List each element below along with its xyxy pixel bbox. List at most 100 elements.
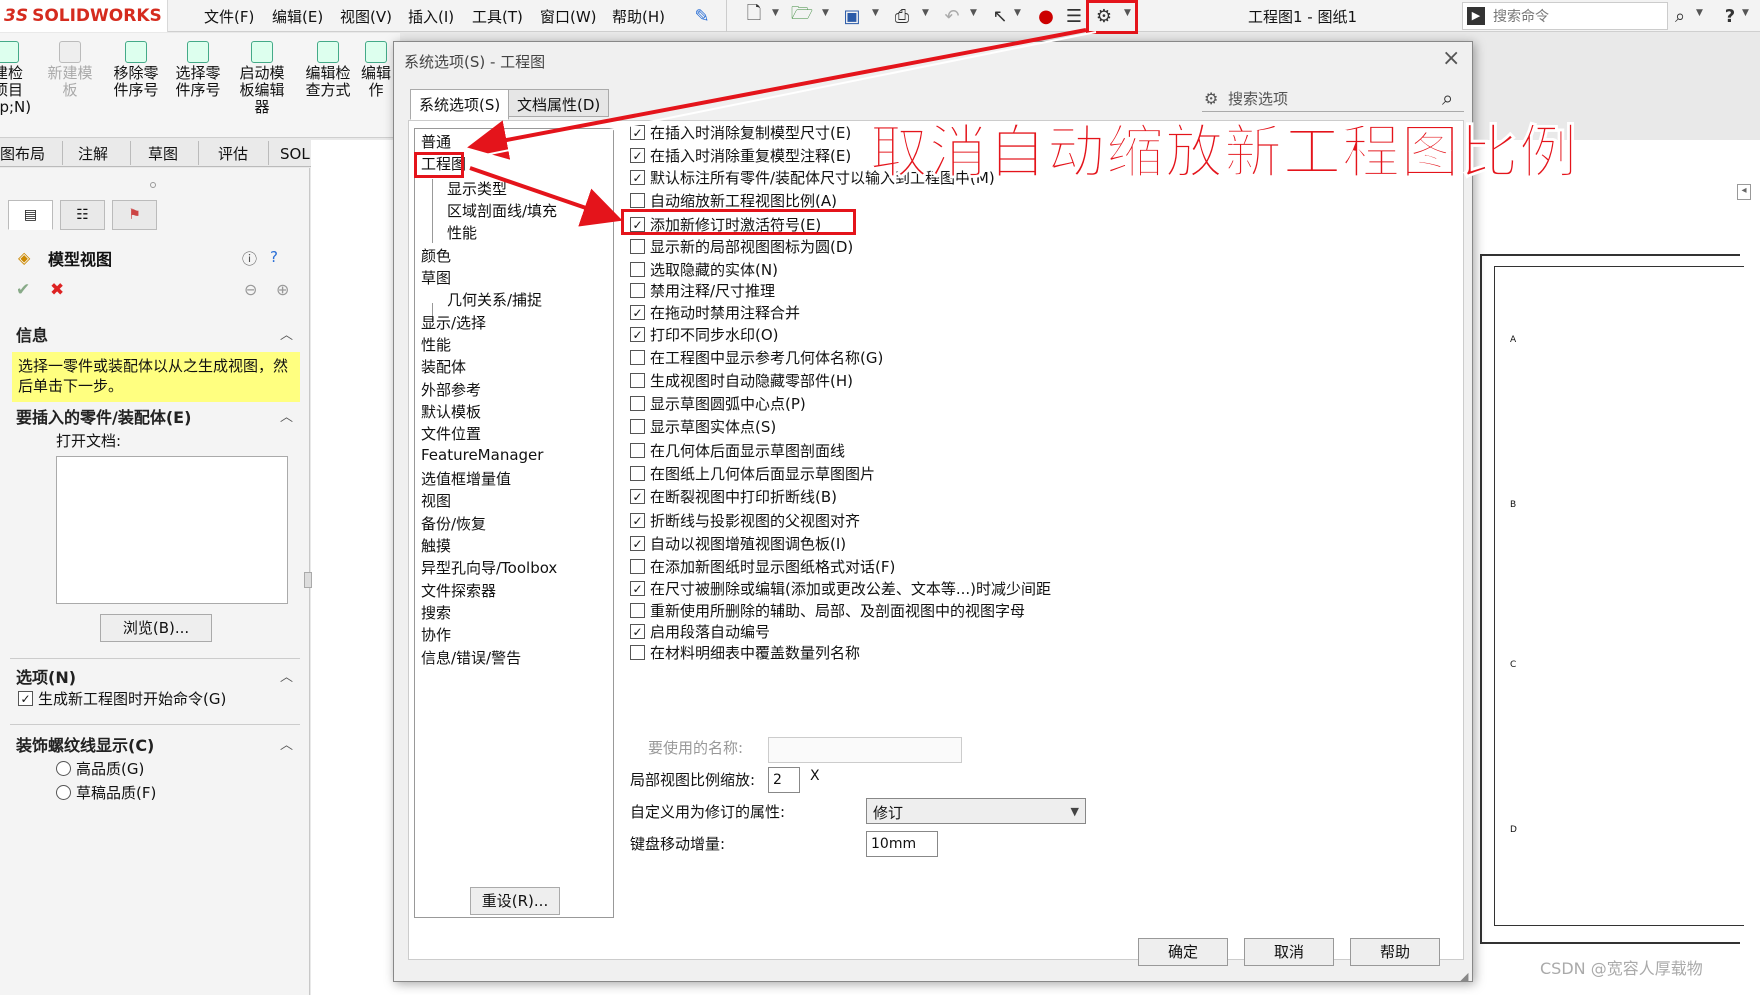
cancel-button[interactable]: 取消 — [1244, 938, 1334, 966]
ribbon-select-balloon-button[interactable]: 选择零 件序号 — [168, 41, 228, 99]
tree-item[interactable]: 颜色 — [421, 245, 451, 266]
open-dropdown-icon[interactable]: ▼ — [822, 8, 829, 18]
ribbon-new-template-button[interactable]: 新建模 板 — [40, 41, 100, 99]
print-dropdown-icon[interactable]: ▼ — [922, 8, 929, 18]
detailed-preview-icon[interactable]: ⓘ — [242, 248, 257, 269]
menu-edit[interactable]: 编辑(E) — [272, 6, 323, 27]
option-checkbox[interactable]: ✓ 在拖动时禁用注释合并 — [630, 302, 800, 323]
menu-window[interactable]: 窗口(W) — [540, 6, 597, 27]
tab-feature-manager[interactable]: ▤ — [8, 200, 53, 230]
search-commands-input[interactable]: ▶ 搜索命令 — [1462, 2, 1668, 30]
pm-help-icon[interactable]: ? — [270, 248, 278, 266]
option-checkbox[interactable]: ✓ 自动以视图增殖视图调色板(I) — [630, 533, 846, 554]
ribbon-edit-operation-button[interactable]: 编辑 作 — [356, 41, 396, 99]
tree-item[interactable]: 搜索 — [421, 602, 451, 623]
collapse-chevron-icon[interactable]: ︿ — [280, 406, 293, 425]
panel-toggle-icon[interactable]: ◂ — [1737, 184, 1751, 200]
revision-property-select[interactable]: 修订 ▼ — [866, 798, 1086, 824]
option-checkbox[interactable]: ✓ 启用段落自动编号 — [630, 621, 770, 642]
detail-scale-input[interactable]: 2 — [768, 767, 800, 793]
select-dropdown-icon[interactable]: ▼ — [1014, 8, 1021, 18]
start-command-checkbox[interactable]: ✓ 生成新工程图时开始命令(G) — [18, 688, 226, 709]
search-dropdown-icon[interactable]: ▼ — [1696, 8, 1703, 18]
collapse-chevron-icon[interactable]: ︿ — [280, 734, 293, 753]
open-folder-icon[interactable]: 🗁 — [790, 3, 814, 28]
tree-item[interactable]: 信息/错误/警告 — [421, 647, 521, 668]
tab-config-manager[interactable]: ⚑ — [112, 200, 157, 230]
tree-item[interactable]: 外部参考 — [421, 379, 481, 400]
ribbon-edit-inspection-button[interactable]: 编辑检 查方式 — [298, 41, 358, 99]
cancel-x-icon[interactable]: ✖ — [50, 280, 64, 300]
tree-item[interactable]: 性能 — [421, 334, 451, 355]
option-checkbox[interactable]: 显示草图圆弧中心点(P) — [630, 393, 806, 414]
rebuild-traffic-light-icon[interactable]: ● — [1034, 4, 1058, 28]
select-pointer-icon[interactable]: ↖ — [988, 4, 1012, 28]
tab-annotation[interactable]: 注解 — [78, 143, 108, 164]
tree-item[interactable]: 文件位置 — [421, 423, 481, 444]
high-quality-radio[interactable]: 高品质(G) — [56, 758, 144, 779]
option-checkbox[interactable]: 重新使用所删除的辅助、局部、及剖面视图中的视图字母 — [630, 600, 1025, 621]
collapse-chevron-icon[interactable]: ︿ — [280, 666, 293, 685]
option-checkbox[interactable]: 自动缩放新工程视图比例(A) — [630, 190, 837, 211]
menu-help[interactable]: 帮助(H) — [612, 6, 665, 27]
ribbon-new-check-item-button[interactable]: 建检 项目 mp;N) — [0, 41, 38, 116]
resize-grip-icon[interactable]: ◢ — [1460, 970, 1468, 983]
file-properties-icon[interactable]: ☰ — [1062, 4, 1086, 28]
tree-item[interactable]: 显示类型 — [447, 178, 507, 199]
option-checkbox[interactable]: ✓ 在插入时消除复制模型尺寸(E) — [630, 122, 851, 143]
close-icon[interactable]: × — [1442, 46, 1460, 71]
name-to-use-input[interactable] — [768, 737, 962, 763]
option-checkbox[interactable]: 禁用注释/尺寸推理 — [630, 280, 775, 301]
tree-item[interactable]: 显示/选择 — [421, 312, 486, 333]
open-documents-list[interactable] — [56, 456, 288, 604]
option-checkbox[interactable]: ✓ 折断线与投影视图的父视图对齐 — [630, 510, 860, 531]
tree-item[interactable]: 触摸 — [421, 535, 451, 556]
option-checkbox[interactable]: ✓ 添加新修订时激活符号(E) — [630, 214, 821, 235]
option-checkbox[interactable]: 生成视图时自动隐藏零部件(H) — [630, 370, 853, 391]
tree-item[interactable]: 几何关系/捕捉 — [447, 289, 542, 310]
option-checkbox[interactable]: ✓ 在尺寸被删除或编辑(添加或更改公差、文本等...)时减少间距 — [630, 578, 1051, 599]
collapse-chevron-icon[interactable]: ︿ — [280, 324, 293, 343]
panel-splitter-grip[interactable] — [304, 572, 312, 588]
pin-icon[interactable]: ✎ — [690, 4, 714, 28]
tab-evaluate[interactable]: 评估 — [218, 143, 248, 164]
undo-dropdown-icon[interactable]: ▼ — [970, 8, 977, 18]
browse-button[interactable]: 浏览(B)... — [100, 614, 212, 642]
option-checkbox[interactable]: ✓ 在断裂视图中打印折断线(B) — [630, 486, 837, 507]
ribbon-remove-balloon-button[interactable]: 移除零 件序号 — [106, 41, 166, 99]
back-arrow-icon[interactable]: ⊖ — [244, 280, 257, 299]
keyboard-increment-input[interactable]: 10mm — [866, 831, 938, 857]
new-dropdown-icon[interactable]: ▼ — [772, 8, 779, 18]
tree-item[interactable]: 选值框增量值 — [421, 468, 511, 489]
option-checkbox[interactable]: 在图纸上几何体后面显示草图图片 — [630, 463, 875, 484]
options-section-header[interactable]: 选项(N) — [16, 664, 76, 688]
ok-button[interactable]: 确定 — [1138, 938, 1228, 966]
menu-insert[interactable]: 插入(I) — [408, 6, 454, 27]
option-checkbox[interactable]: 显示草图实体点(S) — [630, 416, 776, 437]
thread-section-header[interactable]: 装饰螺纹线显示(C) — [16, 732, 154, 756]
next-arrow-icon[interactable]: ⊕ — [276, 280, 289, 299]
save-icon[interactable]: ▣ — [840, 4, 864, 28]
menu-tools[interactable]: 工具(T) — [472, 6, 523, 27]
insert-section-header[interactable]: 要插入的零件/装配体(E) — [16, 404, 191, 428]
print-icon[interactable]: ⎙ — [890, 4, 914, 28]
reset-button[interactable]: 重设(R)... — [470, 887, 560, 915]
ok-check-icon[interactable]: ✔ — [16, 280, 30, 300]
tree-item[interactable]: 装配体 — [421, 356, 466, 377]
tree-item[interactable]: 视图 — [421, 490, 451, 511]
help-dropdown-icon[interactable]: ▼ — [1742, 8, 1749, 18]
option-checkbox[interactable]: 选取隐藏的实体(N) — [630, 259, 778, 280]
option-checkbox[interactable]: 显示新的局部视图图标为圆(D) — [630, 236, 853, 257]
info-section-header[interactable]: 信息 — [16, 322, 48, 346]
option-checkbox[interactable]: ✓ 在插入时消除重复模型注释(E) — [630, 145, 851, 166]
undo-icon[interactable]: ↶ — [940, 4, 964, 28]
tree-item[interactable]: FeatureManager — [421, 446, 543, 464]
tab-document-properties[interactable]: 文档属性(D) — [508, 89, 610, 117]
draft-quality-radio[interactable]: 草稿品质(F) — [56, 782, 156, 803]
tree-item[interactable]: 默认模板 — [421, 401, 481, 422]
tab-sketch[interactable]: 草图 — [148, 143, 178, 164]
tree-item[interactable]: 异型孔向导/Toolbox — [421, 557, 557, 578]
option-checkbox[interactable]: ✓ 打印不同步水印(O) — [630, 324, 779, 345]
option-checkbox[interactable]: 在添加新图纸时显示图纸格式对话(F) — [630, 556, 895, 577]
help-button[interactable]: 帮助 — [1350, 938, 1440, 966]
